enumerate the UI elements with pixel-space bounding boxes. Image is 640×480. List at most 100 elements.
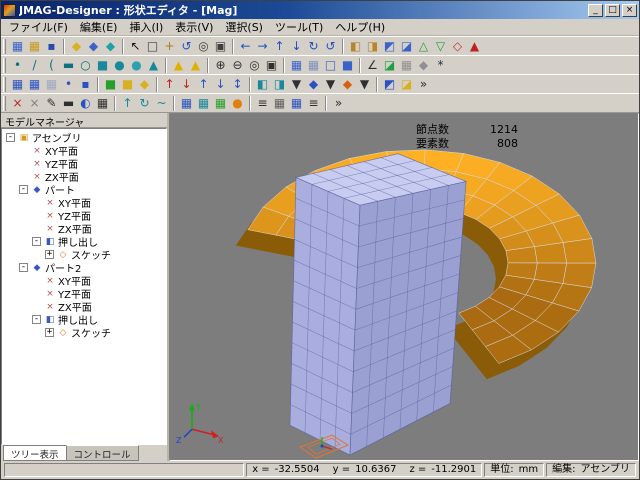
snap-toggle-button[interactable]: ◆	[415, 57, 432, 74]
create-point-button[interactable]: •	[9, 57, 26, 74]
view-cube-blue-button[interactable]: ◆	[85, 38, 102, 55]
move-down-button[interactable]: ↓	[288, 38, 305, 55]
tree-expander-icon[interactable]: -	[19, 185, 28, 194]
copy-shape-button[interactable]: ▬	[60, 95, 77, 112]
boolean-intersect-dropdown-button[interactable]: ▼	[356, 76, 373, 93]
boolean-subtract-button[interactable]: ◨	[271, 76, 288, 93]
toolbar-grip[interactable]	[3, 39, 6, 54]
tree-expander-icon[interactable]: +	[45, 328, 54, 337]
tree-item-part2-sketch[interactable]: +◇スケッチ	[2, 326, 166, 339]
mesh-surface-button[interactable]: ▦	[178, 95, 195, 112]
shaded-display-button[interactable]: ■	[339, 57, 356, 74]
pan-view-button[interactable]: +	[161, 38, 178, 55]
boolean-union-button[interactable]: ◆	[305, 76, 322, 93]
viewport-3d[interactable]: YXZ 節点数 1214 要素数 808	[169, 113, 639, 461]
table-view-button[interactable]: ▦	[288, 95, 305, 112]
mirror-shape-button[interactable]: ◐	[77, 95, 94, 112]
title-bar[interactable]: JMAG-Designer : 形状エディタ - [Mag] _ □ ×	[1, 1, 639, 19]
close-button[interactable]: ×	[622, 4, 637, 17]
sweep-feature-button[interactable]: ~	[153, 95, 170, 112]
menu-select[interactable]: 選択(S)	[219, 18, 269, 36]
part-yellow-button[interactable]: ■	[119, 76, 136, 93]
extrude-feature-button[interactable]: ↑	[119, 95, 136, 112]
view-left-button[interactable]: ◩	[381, 38, 398, 55]
display-settings-button[interactable]: *	[432, 57, 449, 74]
zoom-view-button[interactable]: ◎	[195, 38, 212, 55]
part-yellow-diamond-button[interactable]: ◆	[136, 76, 153, 93]
menu-file[interactable]: ファイル(F)	[3, 18, 74, 36]
zoom-out-button[interactable]: ⊖	[229, 57, 246, 74]
toolbar-overflow-button[interactable]: »	[415, 76, 432, 93]
create-cylinder-button[interactable]: ●	[111, 57, 128, 74]
move-node-down-red-button[interactable]: ↓	[178, 76, 195, 93]
mesh-show-button[interactable]: ▦	[288, 57, 305, 74]
fix-geometry-warning-button[interactable]: ▲	[187, 57, 204, 74]
zoom-fit-button[interactable]: ▣	[263, 57, 280, 74]
mesh-edit-button[interactable]: ▦	[26, 76, 43, 93]
tree-item-part-sketch[interactable]: +◇スケッチ	[2, 248, 166, 261]
rotate-cw-button[interactable]: ↻	[305, 38, 322, 55]
toolbar-overflow-2-button[interactable]: »	[330, 95, 347, 112]
rotate-ccw-button[interactable]: ↺	[322, 38, 339, 55]
list-view-button[interactable]: ≡	[305, 95, 322, 112]
two-tone-blue-button[interactable]: ◩	[381, 76, 398, 93]
sphere-primitive-button[interactable]: ●	[229, 95, 246, 112]
view-isometric-button[interactable]: ◇	[449, 38, 466, 55]
menu-insert[interactable]: 挿入(I)	[123, 18, 169, 36]
create-box-button[interactable]: ■	[94, 57, 111, 74]
create-sphere-button[interactable]: ●	[128, 57, 145, 74]
create-arc-button[interactable]: (	[43, 57, 60, 74]
scene-canvas[interactable]: YXZ	[170, 114, 638, 460]
tree-expander-icon[interactable]: -	[19, 263, 28, 272]
menu-tools[interactable]: ツール(T)	[269, 18, 329, 36]
zoom-window-button[interactable]: ◎	[246, 57, 263, 74]
fit-view-button[interactable]: ▣	[212, 38, 229, 55]
tree-expander-icon[interactable]: +	[45, 250, 54, 259]
tree-item-assembly-yz-plane[interactable]: ×YZ平面	[2, 157, 166, 170]
erase-entity-button[interactable]: ×	[26, 95, 43, 112]
node-edit-button[interactable]: •	[60, 76, 77, 93]
datum-cone-button[interactable]: ▲	[466, 38, 483, 55]
boolean-union-dropdown-button[interactable]: ▼	[322, 76, 339, 93]
view-right-button[interactable]: ◪	[398, 38, 415, 55]
menu-edit[interactable]: 編集(E)	[74, 18, 124, 36]
toolbar-grip[interactable]	[3, 77, 6, 92]
tab-control[interactable]: コントロール	[66, 445, 139, 461]
move-up-button[interactable]: ↑	[271, 38, 288, 55]
create-rect-button[interactable]: ▬	[60, 57, 77, 74]
create-cone-button[interactable]: ▲	[145, 57, 162, 74]
boolean-add-dropdown-button[interactable]: ▼	[288, 76, 305, 93]
select-box-button[interactable]: □	[144, 38, 161, 55]
boolean-intersect-button[interactable]: ◆	[339, 76, 356, 93]
open-model-button[interactable]: ▦	[26, 38, 43, 55]
revolve-feature-button[interactable]: ↻	[136, 95, 153, 112]
tree-expander-icon[interactable]: -	[32, 237, 41, 246]
toolbar-grip[interactable]	[3, 96, 6, 111]
minimize-button[interactable]: _	[588, 4, 603, 17]
create-circle-button[interactable]: ○	[77, 57, 94, 74]
delete-entity-button[interactable]: ×	[9, 95, 26, 112]
align-grid-button[interactable]: ▦	[271, 95, 288, 112]
mesh-refine-button[interactable]: ▦	[212, 95, 229, 112]
create-line-button[interactable]: /	[26, 57, 43, 74]
menu-view[interactable]: 表示(V)	[169, 18, 219, 36]
section-view-button[interactable]: ◪	[381, 57, 398, 74]
element-edit-button[interactable]: ▪	[77, 76, 94, 93]
tree-item-assembly-zx-plane[interactable]: ×ZX平面	[2, 170, 166, 183]
tab-tree-view[interactable]: ツリー表示	[3, 445, 67, 461]
mesh-volume-button[interactable]: ▦	[195, 95, 212, 112]
swap-nodes-button[interactable]: ↕	[229, 76, 246, 93]
mesh-hide-button[interactable]: ▦	[305, 57, 322, 74]
view-top-button[interactable]: △	[415, 38, 432, 55]
pattern-shape-button[interactable]: ▦	[94, 95, 111, 112]
tree-item-assembly[interactable]: -▣アセンブリ	[2, 131, 166, 144]
view-front-button[interactable]: ◧	[347, 38, 364, 55]
move-node-down-blue-button[interactable]: ↓	[212, 76, 229, 93]
view-bottom-button[interactable]: ▽	[432, 38, 449, 55]
toolbar-grip[interactable]	[3, 58, 6, 73]
tree-item-assembly-xy-plane[interactable]: ×XY平面	[2, 144, 166, 157]
rotate-view-button[interactable]: ↺	[178, 38, 195, 55]
check-geometry-warning-button[interactable]: ▲	[170, 57, 187, 74]
view-cube-yellow-button[interactable]: ◆	[68, 38, 85, 55]
view-back-button[interactable]: ◨	[364, 38, 381, 55]
